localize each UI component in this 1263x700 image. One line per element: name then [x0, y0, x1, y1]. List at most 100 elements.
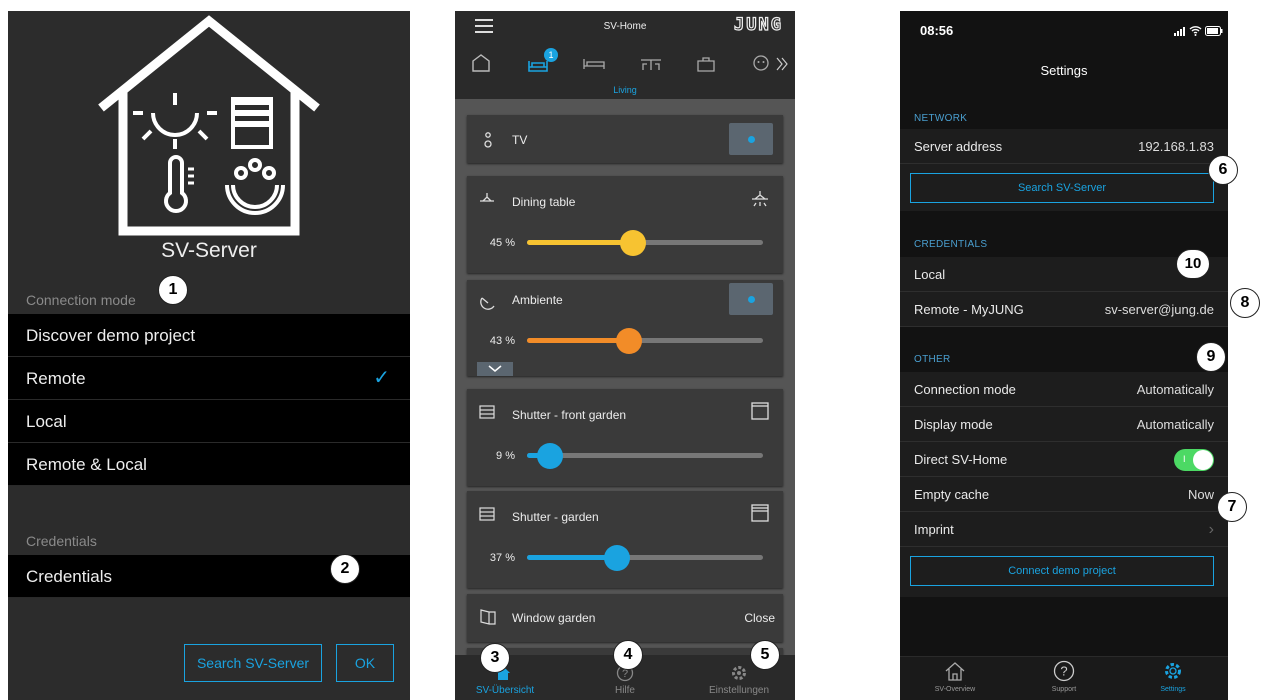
callout-7: 7 [1217, 492, 1247, 522]
callout-8: 8 [1230, 288, 1260, 318]
direct-sv-home-label: Direct SV-Home [914, 452, 1008, 467]
tab-bar: SV-Overview ? Support Settings [900, 656, 1228, 700]
window-state: Close [744, 611, 775, 625]
lamp-on-icon[interactable] [751, 190, 769, 208]
callout-5: 5 [750, 640, 780, 670]
pendant-lamp-icon [480, 193, 494, 202]
shutter-front-slider-knob[interactable] [537, 443, 563, 469]
toggle-on-mark: I [1183, 454, 1186, 464]
card-tv[interactable]: TV [467, 115, 783, 163]
mode-option-remote[interactable]: Remote ✓ [8, 357, 410, 400]
connection-mode-value: Automatically [1136, 382, 1214, 397]
connection-mode-row[interactable]: Connection mode Automatically [900, 372, 1228, 407]
card-window-garden[interactable]: Window garden Close [467, 594, 783, 642]
empty-cache-row[interactable]: Empty cache Now [900, 477, 1228, 512]
card-dining-table[interactable]: Dining table 45 % [467, 176, 783, 273]
mode-option-remote-local[interactable]: Remote & Local [8, 443, 410, 486]
credentials-section-label: Credentials [26, 533, 97, 549]
nav-settings-label[interactable]: Einstellungen [689, 685, 789, 696]
callout-3: 3 [480, 643, 510, 673]
ok-button[interactable]: OK [336, 644, 394, 682]
shutter-icon [479, 507, 495, 521]
chevron-down-icon [488, 365, 502, 372]
direct-sv-home-toggle[interactable]: I [1174, 449, 1214, 471]
shutter-closed-icon[interactable] [751, 504, 769, 522]
nav-help-label[interactable]: Hilfe [575, 685, 675, 696]
card-dining-label: Dining table [512, 195, 576, 209]
nav-overview-label[interactable]: SV-Übersicht [455, 685, 555, 696]
active-room-label: Living [613, 85, 637, 95]
ambient-lamp-icon [480, 297, 495, 310]
dining-slider-knob[interactable] [620, 230, 646, 256]
panel-sv-home-app: SV-Home JUNG 1 Living TV Dining table 45… [455, 11, 795, 700]
gear-nav-icon[interactable] [730, 664, 748, 682]
remote-myjung-label: Remote - MyJUNG [914, 302, 1024, 317]
settings-title: Settings [1040, 63, 1088, 78]
callout-1: 1 [158, 275, 188, 305]
ambiente-slider-knob[interactable] [616, 328, 642, 354]
house-tab-icon[interactable] [944, 661, 966, 681]
house-tab-icon[interactable] [471, 53, 491, 73]
shutter-garden-slider-fill [527, 555, 615, 560]
kitchen-tab-icon[interactable] [696, 55, 716, 73]
chevron-right-icon[interactable] [775, 57, 789, 71]
display-mode-row[interactable]: Display mode Automatically [900, 407, 1228, 442]
ambiente-percent: 43 % [489, 335, 515, 347]
connect-demo-project-button[interactable]: Connect demo project [910, 556, 1214, 586]
mode-option-label: Remote [26, 369, 86, 388]
panel-settings: 08:56 Settings NETWORK Server address 19… [900, 11, 1228, 700]
dining-tab-icon[interactable] [639, 54, 663, 74]
settings-tab-icon[interactable] [1162, 660, 1184, 682]
status-time: 08:56 [920, 23, 954, 38]
search-sv-server-button[interactable]: Search SV-Server [910, 173, 1214, 203]
shutter-garden-slider-knob[interactable] [604, 545, 630, 571]
tv-icon [484, 132, 492, 148]
empty-cache-label: Empty cache [914, 487, 990, 502]
toggle-knob [1193, 450, 1213, 470]
shutter-icon [479, 405, 495, 419]
signal-icon [1174, 27, 1185, 36]
callout-9: 9 [1196, 342, 1226, 372]
expand-button[interactable] [477, 362, 513, 376]
kids-room-tab-icon[interactable] [751, 53, 771, 73]
search-sv-server-button[interactable]: Search SV-Server [184, 644, 322, 682]
wifi-icon [1189, 26, 1202, 36]
server-address-row[interactable]: Server address 192.168.1.83 [900, 129, 1228, 164]
remote-myjung-value: sv-server@jung.de [1104, 302, 1214, 317]
card-shutter-garden-label: Shutter - garden [512, 510, 599, 524]
card-shutter-front-garden[interactable]: Shutter - front garden 9 % [467, 389, 783, 486]
support-tab-icon[interactable]: ? [1053, 660, 1075, 682]
callout-6: 6 [1208, 155, 1238, 185]
tab-settings-label[interactable]: Settings [1133, 686, 1213, 693]
ambiente-toggle-button[interactable] [729, 283, 773, 315]
card-shutter-garden[interactable]: Shutter - garden 37 % [467, 491, 783, 588]
display-mode-label: Display mode [914, 417, 993, 432]
server-address-label: Server address [914, 139, 1003, 154]
mode-option-local[interactable]: Local [8, 400, 410, 443]
tab-support-label[interactable]: Support [1024, 686, 1104, 693]
callout-10: 10 [1176, 249, 1210, 279]
svg-text:?: ? [1060, 664, 1067, 679]
checkmark-icon: ✓ [373, 367, 390, 389]
network-section-label: NETWORK [914, 113, 968, 124]
server-title: SV-Server [161, 239, 257, 262]
connection-mode-label: Connection mode [914, 382, 1016, 397]
display-mode-value: Automatically [1136, 417, 1214, 432]
dining-slider-fill [527, 240, 633, 245]
mode-option-discover-demo[interactable]: Discover demo project [8, 314, 410, 357]
credentials-section-label: CREDENTIALS [914, 239, 988, 250]
tab-overview-label[interactable]: SV-Overview [915, 686, 995, 693]
tv-toggle-button[interactable] [729, 123, 773, 155]
shutter-open-icon[interactable] [751, 402, 769, 420]
bedroom-tab-icon[interactable] [583, 57, 605, 71]
app-header: SV-Home JUNG 1 Living [455, 11, 795, 99]
card-ambiente[interactable]: Ambiente 43 % [467, 280, 783, 376]
panel-sv-server-setup: SV-Server Connection mode Discover demo … [8, 11, 410, 700]
imprint-row[interactable]: Imprint › [900, 512, 1228, 547]
remote-myjung-row[interactable]: Remote - MyJUNG sv-server@jung.de [900, 292, 1228, 327]
callout-4: 4 [613, 640, 643, 670]
card-ambiente-label: Ambiente [512, 293, 563, 307]
server-address-value: 192.168.1.83 [1138, 139, 1214, 154]
house-icon [98, 15, 320, 236]
tab-badge: 1 [544, 48, 558, 62]
